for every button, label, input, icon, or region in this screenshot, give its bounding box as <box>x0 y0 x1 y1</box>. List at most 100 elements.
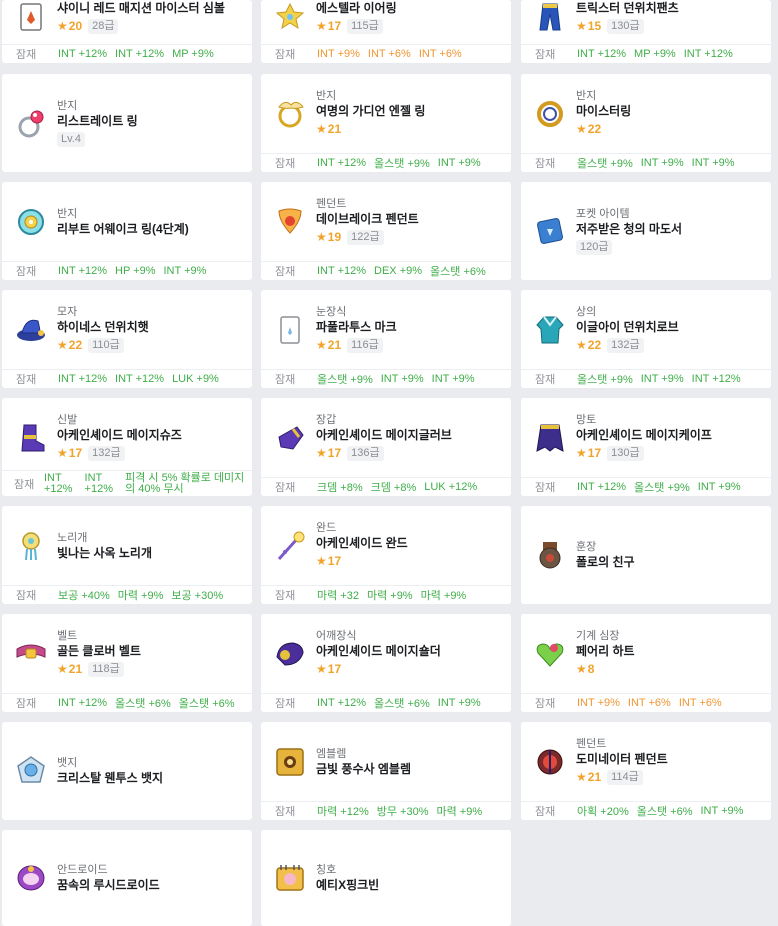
potential-row: 잠재 올스탯 +9% INT +9% INT +9% <box>521 153 771 172</box>
cape-icon <box>533 421 567 455</box>
equipment-card[interactable]: 칭호 예티X핑크빈 <box>261 830 511 926</box>
equipment-card[interactable]: 완드 아케인셰이드 완드 ★17 잠재 마력 +32 마력 +9% 마력 +9% <box>261 506 511 604</box>
equipment-card[interactable]: 반지 리스트레이트 링 Lv.4 <box>2 74 252 172</box>
item-name: 금빛 풍수사 엠블렘 <box>316 762 411 776</box>
item-name: 여명의 가디언 엔젤 링 <box>316 104 426 118</box>
potential-option: 보공 +40% <box>58 590 110 602</box>
equipment-card[interactable]: 장갑 아케인셰이드 메이지글러브 ★17 136급 잠재 크뎀 +8% 크뎀 +8% LUK … <box>261 398 511 496</box>
item-category: 눈장식 <box>316 306 347 318</box>
item-level-badge: 130급 <box>607 18 644 34</box>
item-name: 골든 클로버 벨트 <box>57 644 141 658</box>
item-badges: ★21 116급 <box>316 336 505 354</box>
equipment-card[interactable]: 펜던트 도미네이터 펜던트 ★21 114급 잠재 아획 +20% 올스탯 +6% INT +… <box>521 722 771 820</box>
item-category: 노리개 <box>57 532 88 544</box>
potential-label: 잠재 <box>16 374 37 386</box>
potential-label: 잠재 <box>16 49 37 61</box>
item-category: 어깨장식 <box>316 630 357 642</box>
equipment-card[interactable]: 반지 마이스터링 ★22 잠재 올스탯 +9% INT +9% INT +9% <box>521 74 771 172</box>
starforce-badge: ★17 <box>316 554 341 568</box>
equipment-card[interactable]: 엠블렘 금빛 풍수사 엠블렘 잠재 마력 +12% 방무 +30% 마력 +9% <box>261 722 511 820</box>
potential-label: 잠재 <box>535 482 556 494</box>
item-name: 데이브레이크 펜던트 <box>316 212 419 226</box>
symbol-icon <box>14 0 48 34</box>
potential-option: LUK +12% <box>424 481 478 493</box>
item-category: 상의 <box>576 306 597 318</box>
item-info: 모자 하이네스 던위치햇 ★22 110급 <box>57 305 246 354</box>
potential-row: 잠재 INT +9% INT +6% INT +6% <box>261 44 511 63</box>
potential-option: 올스탯 +9% <box>317 374 373 386</box>
potential-option: INT +12% <box>683 48 733 60</box>
potential-option: LUK +9% <box>172 373 219 385</box>
item-info: 반지 리스트레이트 링 Lv.4 <box>57 99 246 148</box>
item-info: 뱃지 크리스탈 웬투스 뱃지 <box>57 756 246 786</box>
equipment-card[interactable]: 신발 아케인셰이드 메이지슈즈 ★17 132급 잠재 INT +12% INT +12% 피… <box>2 398 252 496</box>
item-info: 장갑 아케인셰이드 메이지글러브 ★17 136급 <box>316 413 505 462</box>
starforce-badge: ★17 <box>57 446 82 460</box>
star-icon: ★ <box>57 338 68 352</box>
item-info: 벨트골든 클로버 벨트 ★21 118급 <box>57 629 246 678</box>
potential-option: 올스탯 +9% <box>374 158 430 170</box>
starforce-value: 17 <box>327 554 342 568</box>
equipment-card[interactable]: 모자 하이네스 던위치햇 ★22 110급 잠재 INT +12% INT +12% LUK … <box>2 290 252 388</box>
awake-ring-icon <box>14 205 48 239</box>
equipment-card[interactable]: 포켓 아이템 저주받은 청의 마도서 120급 <box>521 182 771 280</box>
norigae-icon <box>14 529 48 563</box>
item-badges: ★17 <box>316 552 505 570</box>
equipment-card[interactable]: 트릭스터 던위치팬츠 ★15 130급 잠재 INT +12% MP +9% INT +12… <box>521 0 771 63</box>
potential-label: 잠재 <box>16 266 37 278</box>
equipment-card[interactable]: 샤이니 레드 매지션 마이스터 심볼 ★20 28급 잠재 INT +12% INT +1… <box>2 0 252 63</box>
item-badges: Lv.4 <box>57 130 246 148</box>
item-level-badge: 130급 <box>607 445 644 461</box>
potential-row: 잠재 INT +12% 올스탯 +9% INT +9% <box>261 153 511 172</box>
item-name: 폴로의 친구 <box>576 555 635 569</box>
starforce-badge: ★15 <box>576 19 601 33</box>
equipment-card[interactable]: 노리개 빛나는 사옥 노리개 잠재 보공 +40% 마력 +9% 보공 +30% <box>2 506 252 604</box>
equipment-card[interactable]: 반지 여명의 가디언 엔젤 링 ★21 잠재 INT +12% 올스탯 +9% INT +9… <box>261 74 511 172</box>
potential-option: INT +12% <box>317 157 367 169</box>
potential-option: INT +12% <box>691 373 741 385</box>
equipment-card[interactable]: 망토 아케인셰이드 메이지케이프 ★17 130급 잠재 INT +12% 올스탯 +9% I… <box>521 398 771 496</box>
item-badges: ★8 <box>576 660 765 678</box>
item-badges: ★21 118급 <box>57 660 246 678</box>
starforce-value: 8 <box>587 662 595 676</box>
item-name: 도미네이터 펜던트 <box>576 752 668 766</box>
potential-option: 마력 +32 <box>317 590 359 602</box>
item-info: 훈장 폴로의 친구 <box>576 540 765 570</box>
equipment-card[interactable]: 펜던트 데이브레이크 펜던트 ★19 122급 잠재 INT +12% DEX +9% 올스탯… <box>261 182 511 280</box>
item-category: 망토 <box>576 414 597 426</box>
potential-option: INT +9% <box>380 373 424 385</box>
equipment-card[interactable]: 에스텔라 이어링 ★17 115급 잠재 INT +9% INT +6% INT +6% <box>261 0 511 63</box>
item-category: 모자 <box>57 306 78 318</box>
equipment-card[interactable]: 훈장 폴로의 친구 <box>521 506 771 604</box>
potential-option: INT +12% <box>58 697 108 709</box>
starforce-badge: ★17 <box>576 446 601 460</box>
starforce-value: 15 <box>587 19 602 33</box>
equipment-card[interactable]: 벨트 골든 클로버 벨트 ★21 118급 잠재 INT +12% 올스탯 +6% 올스탯 +… <box>2 614 252 712</box>
starforce-value: 17 <box>327 446 342 460</box>
potential-option: 올스탯 +6% <box>178 698 235 710</box>
item-badges: ★20 28급 <box>57 17 246 35</box>
equipment-card[interactable]: 안드로이드 꿈속의 루시드로이드 <box>2 830 252 926</box>
dominator-icon <box>533 745 567 779</box>
item-badges: ★17 <box>316 660 505 678</box>
equipment-card[interactable]: 뱃지 크리스탈 웬투스 뱃지 <box>2 722 252 820</box>
equipment-card[interactable]: 어깨장식 아케인셰이드 메이지숄더 ★17 잠재 INT +12% 올스탯 +6% INT … <box>261 614 511 712</box>
star-icon: ★ <box>576 662 587 676</box>
equipment-card[interactable]: 상의 이글아이 던위치로브 ★22 132급 잠재 올스탯 +9% INT +9% INT +… <box>521 290 771 388</box>
item-category: 기계 심장 <box>576 630 620 642</box>
item-name: 페어리 하트 <box>576 644 635 658</box>
potential-row: 잠재 INT +12% INT +12% 피격 시 5% 확률로 데미지의 40% 무… <box>2 470 252 496</box>
equipment-card[interactable]: 반지 리부트 어웨이크 링(4단계) 잠재 INT +12% HP +9% INT +9% <box>2 182 252 280</box>
equipment-card[interactable]: 눈장식 파풀라투스 마크 ★21 116급 잠재 올스탯 +9% INT +9% INT +9… <box>261 290 511 388</box>
starforce-value: 22 <box>68 338 83 352</box>
potential-option: INT +12% <box>58 265 108 277</box>
item-category: 반지 <box>57 208 78 220</box>
robe-icon <box>533 313 567 347</box>
equipment-card[interactable]: 기계 심장 페어리 하트 ★8 잠재 INT +9% INT +6% INT +6% <box>521 614 771 712</box>
item-name: 꿈속의 루시드로이드 <box>57 878 160 892</box>
starforce-value: 21 <box>68 662 83 676</box>
item-info: 완드 아케인셰이드 완드 ★17 <box>316 521 505 570</box>
star-icon: ★ <box>57 446 68 460</box>
item-badges: ★22 <box>576 120 765 138</box>
item-category: 벨트 <box>57 630 78 642</box>
